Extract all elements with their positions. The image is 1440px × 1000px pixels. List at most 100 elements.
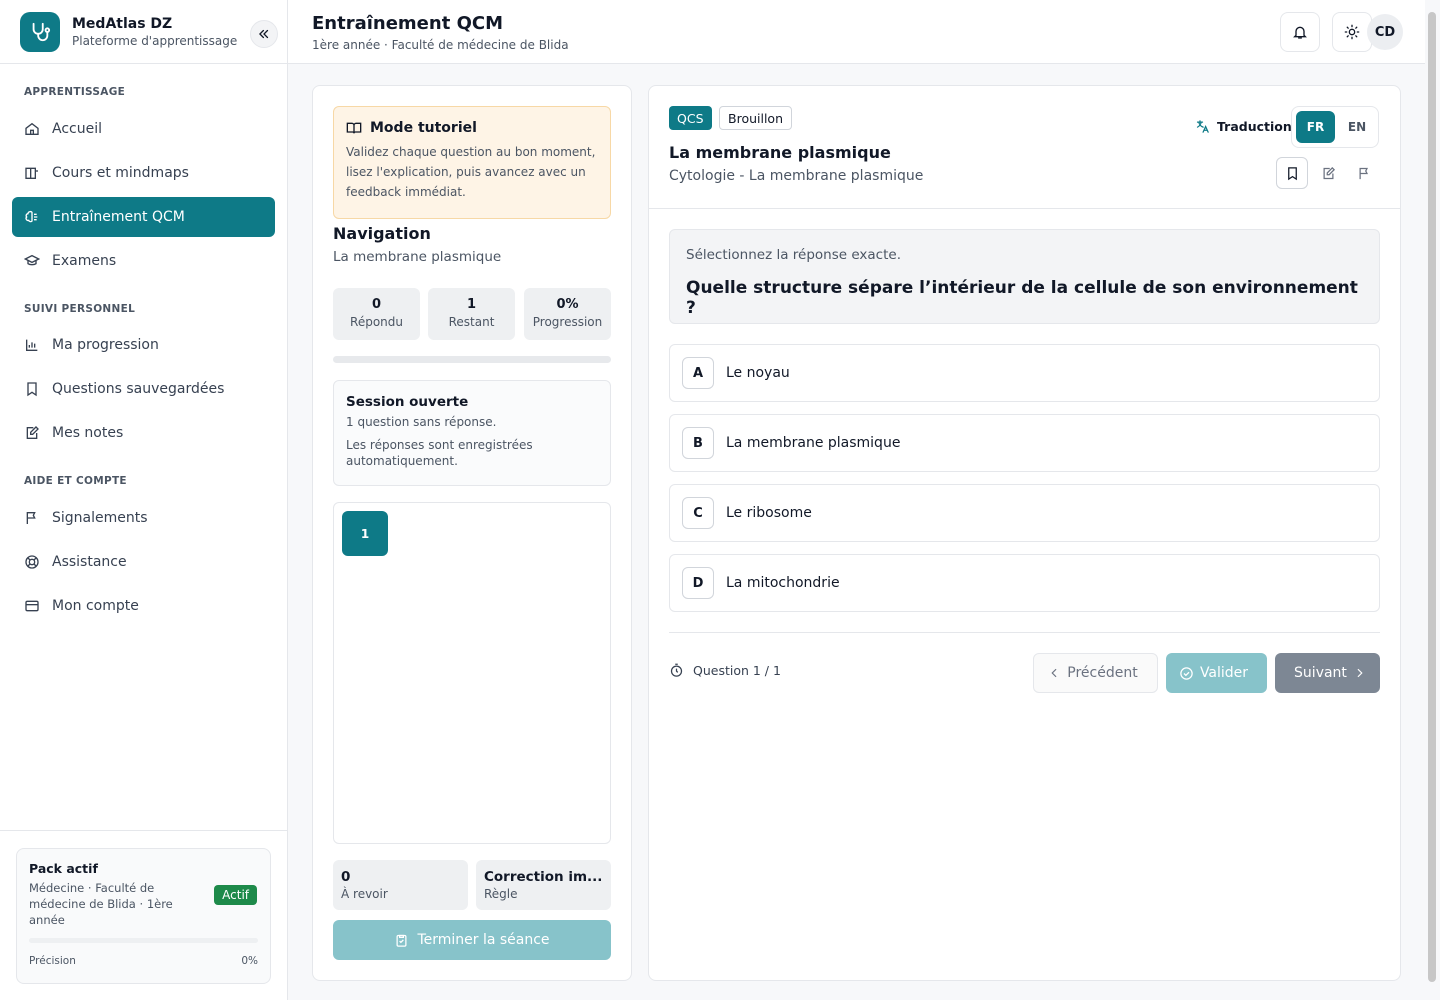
home-icon: [25, 122, 39, 135]
translate-icon: [1196, 120, 1209, 133]
finish-session-label: Terminer la séance: [417, 932, 550, 948]
clipboard-check-icon: [396, 934, 407, 947]
sidebar-item-cours[interactable]: Cours et mindmaps: [12, 153, 275, 193]
user-avatar[interactable]: CD: [1367, 14, 1403, 50]
question-counter-text: Question 1 / 1: [693, 663, 781, 678]
nav-section-aide: AIDE ET COMPTE: [24, 475, 127, 487]
graduation-cap-icon: [24, 254, 40, 266]
next-label: Suivant: [1294, 665, 1347, 681]
question-counter: Question 1 / 1: [669, 663, 781, 678]
sidebar-item-examens[interactable]: Examens: [12, 241, 275, 281]
review-count-card: 0 À revoir: [333, 860, 468, 910]
option-key: C: [682, 497, 714, 529]
bell-icon: [1293, 26, 1307, 39]
stat-label: Progression: [532, 315, 603, 329]
chevron-right-icon: [1357, 668, 1363, 678]
nav-section-suivi: SUIVI PERSONNEL: [24, 303, 136, 315]
page-scrollbar[interactable]: [1428, 12, 1436, 982]
question-cell[interactable]: 1: [342, 511, 388, 556]
question-title: La membrane plasmique: [669, 143, 891, 162]
card-icon: [25, 600, 39, 612]
pack-title: Pack actif: [29, 861, 98, 876]
collapse-sidebar-button[interactable]: [250, 20, 278, 48]
tutorial-callout: Mode tutoriel Validez chaque question au…: [333, 106, 611, 219]
stat-label: Restant: [448, 315, 495, 329]
tutorial-title: Mode tutoriel: [370, 120, 477, 136]
sidebar-item-label: Entraînement QCM: [52, 209, 185, 225]
pack-description: Médecine · Faculté de médecine de Blida …: [29, 881, 173, 927]
precision-label: Précision: [29, 955, 76, 967]
language-en-button[interactable]: EN: [1338, 111, 1376, 143]
session-unanswered: 1 question sans réponse.: [346, 415, 497, 429]
sidebar-item-label: Examens: [52, 253, 117, 269]
active-pack-card: Pack actif Médecine · Faculté de médecin…: [16, 848, 271, 984]
note-icon: [26, 426, 39, 439]
question-type-tag: QCS: [669, 106, 712, 130]
stat-value: 1: [466, 297, 477, 312]
sidebar-item-mon-compte[interactable]: Mon compte: [12, 586, 275, 626]
option-text: Le ribosome: [726, 505, 812, 521]
finish-session-button[interactable]: Terminer la séance: [333, 920, 611, 960]
header-divider: [649, 208, 1400, 209]
stat-value: 0: [371, 297, 382, 312]
answer-option-c[interactable]: C Le ribosome: [669, 484, 1380, 542]
sun-icon: [1344, 24, 1360, 40]
previous-label: Précédent: [1067, 665, 1138, 681]
sidebar-item-label: Ma progression: [52, 337, 159, 353]
report-question-button[interactable]: [1348, 157, 1380, 189]
question-stem-box: Sélectionnez la réponse exacte. Quelle s…: [669, 229, 1380, 324]
theme-toggle-button[interactable]: [1332, 12, 1372, 52]
sidebar: MedAtlas DZ Plateforme d'apprentissage A…: [0, 0, 288, 1000]
answer-option-a[interactable]: A Le noyau: [669, 344, 1380, 402]
sidebar-item-questions-sauvegardees[interactable]: Questions sauvegardées: [12, 369, 275, 409]
validate-button[interactable]: Valider: [1166, 653, 1267, 693]
answer-option-b[interactable]: B La membrane plasmique: [669, 414, 1380, 472]
bookmark-question-button[interactable]: [1276, 157, 1308, 189]
option-key: D: [682, 567, 714, 599]
option-key: A: [682, 357, 714, 389]
option-text: La mitochondrie: [726, 575, 840, 591]
chevrons-left-icon: [259, 29, 269, 39]
notifications-button[interactable]: [1280, 12, 1320, 52]
sidebar-item-label: Cours et mindmaps: [52, 165, 189, 181]
sidebar-item-label: Assistance: [52, 554, 127, 570]
sidebar-item-signalements[interactable]: Signalements: [12, 498, 275, 538]
brand-name: MedAtlas DZ: [72, 15, 173, 32]
previous-button[interactable]: Précédent: [1033, 653, 1158, 693]
session-autosave: Les réponses sont enregistrées automatiq…: [346, 438, 533, 468]
bookmark-icon: [27, 382, 37, 397]
navigation-panel: Mode tutoriel Validez chaque question au…: [312, 85, 632, 981]
sidebar-item-label: Accueil: [52, 121, 102, 137]
navigation-title: Navigation: [333, 224, 431, 243]
flag-icon: [26, 512, 36, 524]
add-note-button[interactable]: [1312, 157, 1344, 189]
page-title: Entraînement QCM: [312, 13, 504, 34]
option-text: Le noyau: [726, 365, 790, 381]
rule-card: Correction im... Règle: [476, 860, 611, 910]
precision-bar: [29, 938, 258, 943]
stethoscope-icon: [20, 11, 60, 52]
footer-divider: [669, 632, 1380, 633]
sidebar-item-label: Questions sauvegardées: [52, 381, 225, 397]
next-button[interactable]: Suivant: [1275, 653, 1380, 693]
precision-value: 0%: [241, 955, 258, 967]
sidebar-item-label: Signalements: [52, 510, 148, 526]
sidebar-item-entrainement-qcm[interactable]: Entraînement QCM: [12, 197, 275, 237]
sidebar-item-assistance[interactable]: Assistance: [12, 542, 275, 582]
tutorial-text: Validez chaque question au bon moment, l…: [346, 145, 596, 199]
language-fr-button[interactable]: FR: [1296, 111, 1335, 143]
nav-section-apprentissage: APPRENTISSAGE: [24, 86, 126, 98]
timer-icon: [670, 663, 683, 677]
sidebar-item-progression[interactable]: Ma progression: [12, 325, 275, 365]
session-status-card: Session ouverte 1 question sans réponse.…: [333, 380, 611, 486]
chevron-left-icon: [1051, 668, 1057, 678]
sidebar-item-mes-notes[interactable]: Mes notes: [12, 413, 275, 453]
note-icon: [1323, 166, 1335, 179]
sidebar-item-accueil[interactable]: Accueil: [12, 109, 275, 149]
language-switch: FR EN: [1291, 106, 1379, 148]
stat-label: Répondu: [350, 315, 403, 329]
answer-option-d[interactable]: D La mitochondrie: [669, 554, 1380, 612]
stat-remaining: 1 Restant: [428, 288, 515, 340]
question-stem: Quelle structure sépare l’intérieur de l…: [686, 278, 1358, 318]
translation-label: Traduction: [1217, 119, 1292, 134]
